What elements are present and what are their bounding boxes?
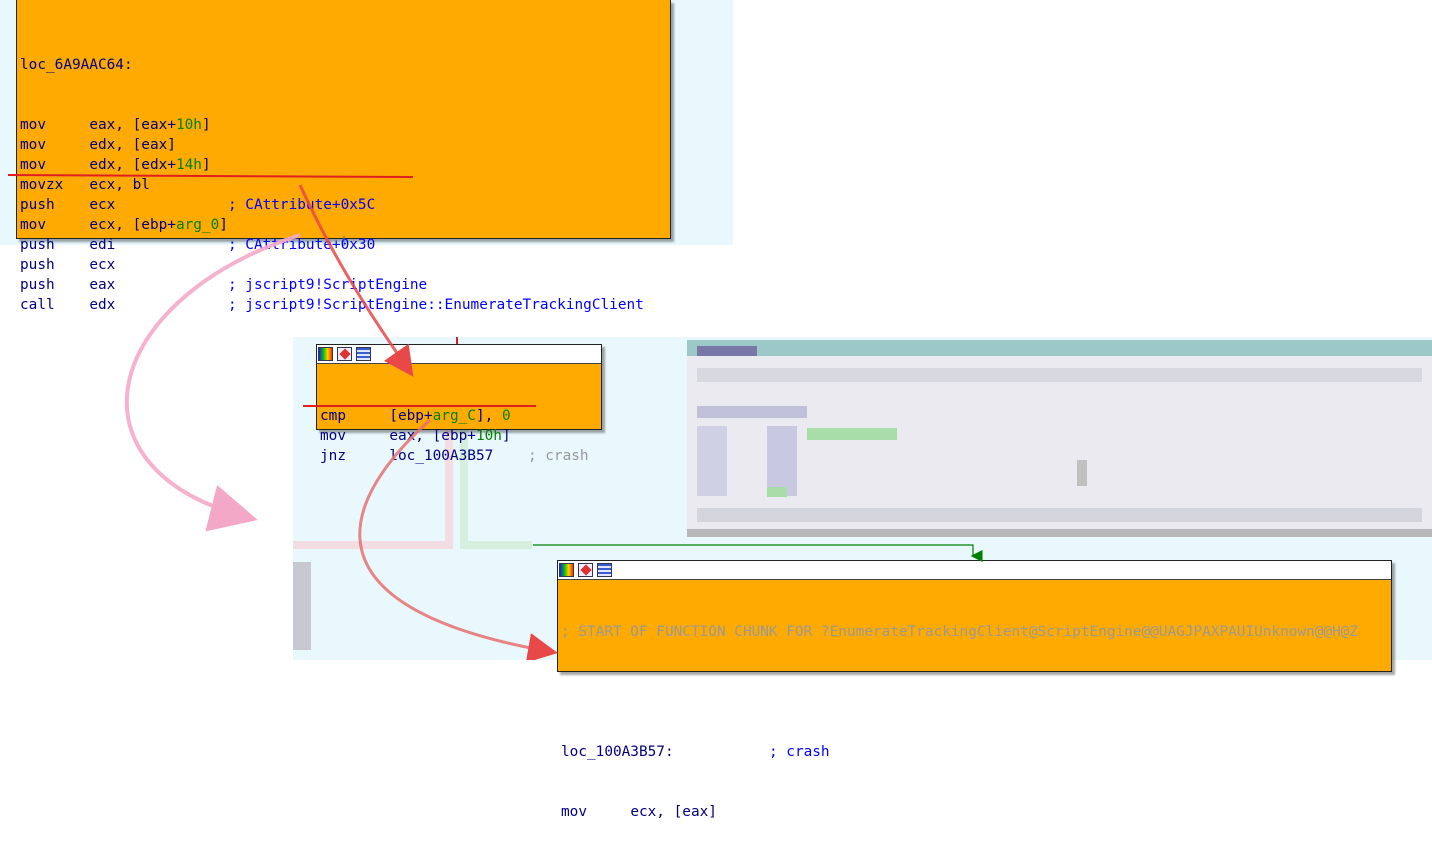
- annotation-arrow-red-1: [298, 184, 414, 377]
- annotation-arrow-pink: [124, 233, 301, 532]
- operand: ecx, [eax]: [630, 804, 717, 820]
- code-line[interactable]: mov ecx, [eax]: [561, 802, 1391, 822]
- edge-true-branch: [533, 544, 983, 562]
- node-label: loc_100A3B57:: [561, 744, 674, 760]
- edges-overlay: [124, 184, 983, 660]
- annotation-arrow-red-2: [358, 418, 558, 660]
- label-comment: ; crash: [768, 744, 830, 760]
- mnemonic: mov: [561, 804, 631, 820]
